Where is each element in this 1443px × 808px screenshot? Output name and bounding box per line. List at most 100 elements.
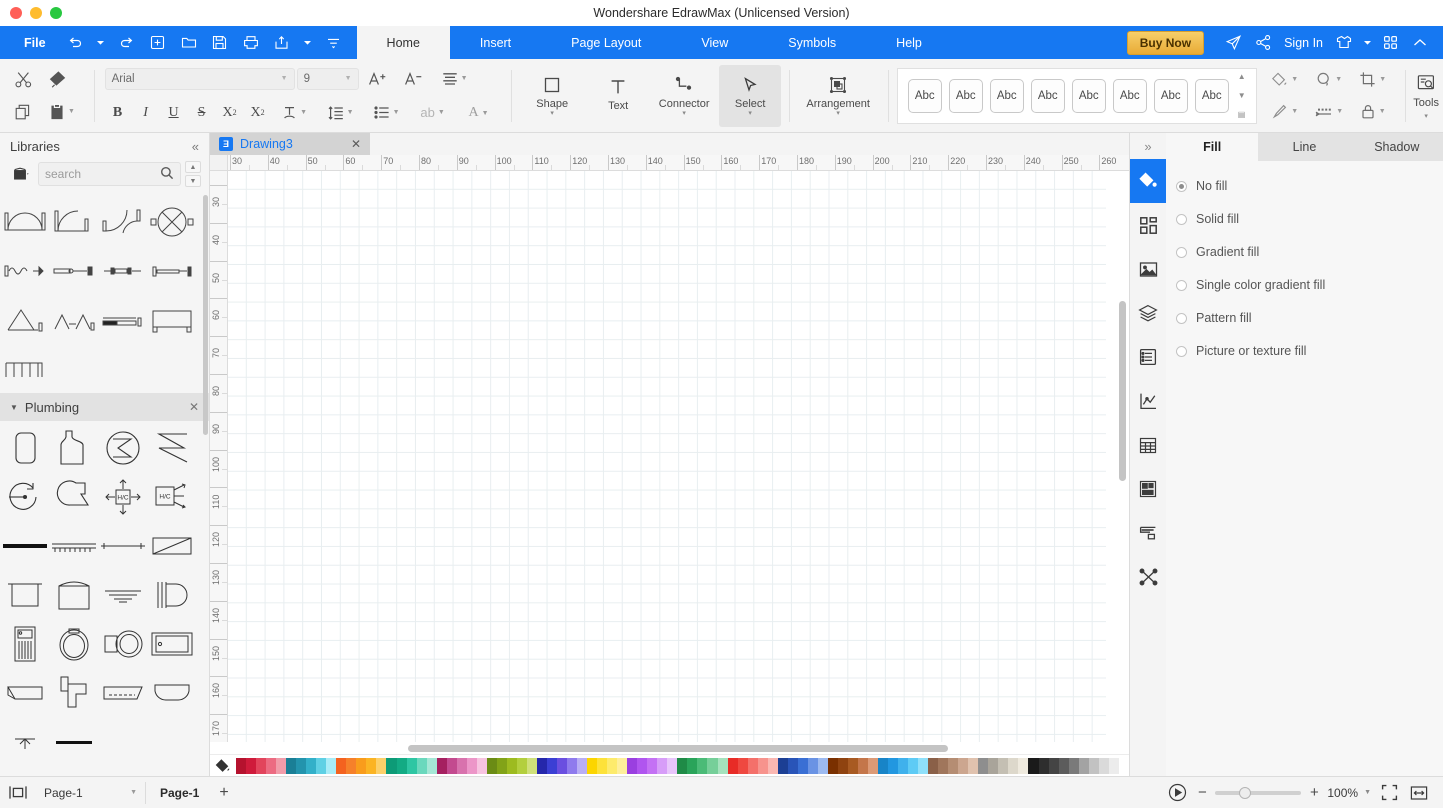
connector-button[interactable]: Connector ▾ bbox=[653, 65, 715, 127]
color-swatch[interactable] bbox=[256, 757, 267, 774]
text-button[interactable]: Text bbox=[587, 65, 649, 127]
export-dropdown-caret-icon[interactable] bbox=[298, 26, 318, 59]
layers-icon[interactable] bbox=[1130, 291, 1166, 335]
color-swatch[interactable] bbox=[908, 757, 919, 774]
scrollbar-thumb[interactable] bbox=[1119, 301, 1126, 481]
color-swatch[interactable] bbox=[878, 757, 889, 774]
fit-page-icon[interactable] bbox=[1377, 781, 1401, 805]
color-swatch[interactable] bbox=[1088, 757, 1099, 774]
grid-apps-icon[interactable] bbox=[1375, 26, 1405, 59]
shape-water-closet[interactable] bbox=[0, 619, 49, 668]
search-input[interactable]: search bbox=[38, 162, 181, 186]
shape-drain-lines[interactable] bbox=[98, 570, 147, 619]
quick-style-item[interactable]: Abc bbox=[1194, 78, 1229, 113]
color-swatch[interactable] bbox=[888, 757, 899, 774]
color-swatch[interactable] bbox=[1008, 757, 1019, 774]
color-swatch[interactable] bbox=[1118, 757, 1129, 774]
color-swatch[interactable] bbox=[526, 757, 537, 774]
fill-option-picture-or-texture-fill[interactable]: Picture or texture fill bbox=[1176, 344, 1443, 358]
color-swatch[interactable] bbox=[246, 757, 257, 774]
undo-icon[interactable] bbox=[60, 26, 90, 59]
shape-window-bay[interactable] bbox=[147, 295, 196, 344]
color-swatch[interactable] bbox=[988, 757, 999, 774]
drawing-canvas[interactable] bbox=[228, 171, 1116, 742]
color-swatch[interactable] bbox=[396, 757, 407, 774]
select-button[interactable]: Select ▾ bbox=[719, 64, 782, 127]
shape-toilet-round[interactable] bbox=[49, 619, 98, 668]
italic-icon[interactable]: I bbox=[133, 98, 159, 128]
font-family-select[interactable]: Arial ▼ bbox=[104, 67, 295, 90]
zoom-in-button[interactable]: + bbox=[1307, 784, 1321, 801]
theme-icon[interactable] bbox=[1329, 26, 1359, 59]
tab-view[interactable]: View bbox=[671, 26, 758, 59]
presentation-icon[interactable] bbox=[1165, 781, 1189, 805]
color-swatch[interactable] bbox=[336, 757, 347, 774]
shape-button[interactable]: Shape ▾ bbox=[521, 65, 583, 127]
color-swatch[interactable] bbox=[486, 757, 497, 774]
chevron-up-icon[interactable]: ▲ bbox=[185, 161, 201, 173]
shape-duct-diagonal[interactable] bbox=[147, 521, 196, 570]
ruler-corner[interactable] bbox=[210, 155, 228, 171]
align-icon[interactable]: ▼ bbox=[433, 64, 477, 94]
shape-tub-angled[interactable] bbox=[98, 668, 147, 717]
color-swatch[interactable] bbox=[817, 757, 828, 774]
quick-style-item[interactable]: Abc bbox=[989, 78, 1024, 113]
color-swatch[interactable] bbox=[416, 757, 427, 774]
color-swatch[interactable] bbox=[968, 757, 979, 774]
color-swatch[interactable] bbox=[998, 757, 1009, 774]
paste-button[interactable]: ▼ bbox=[40, 97, 84, 127]
table-icon[interactable] bbox=[1130, 423, 1166, 467]
chevron-down-icon[interactable]: ▼ bbox=[10, 403, 18, 412]
zoom-level-value[interactable]: 100% bbox=[1327, 786, 1358, 800]
canvas-horizontal-scrollbar[interactable] bbox=[228, 742, 1116, 754]
lock-icon[interactable]: ▼ bbox=[1351, 97, 1395, 127]
close-icon[interactable]: ✕ bbox=[189, 400, 199, 414]
undo-dropdown-caret-icon[interactable] bbox=[91, 26, 111, 59]
superscript-icon[interactable]: X2 bbox=[217, 98, 243, 128]
color-swatch[interactable] bbox=[607, 757, 618, 774]
vertical-ruler[interactable]: 30 40 50 60 70 80 90 100 110 120 130 140 150 160 170 bbox=[210, 171, 228, 742]
export-icon[interactable] bbox=[267, 26, 297, 59]
library-scrollbar[interactable] bbox=[203, 195, 208, 435]
collapse-ribbon-icon[interactable] bbox=[1405, 26, 1435, 59]
page-tab-page-1[interactable]: Page-1 bbox=[146, 786, 213, 800]
radio-button[interactable] bbox=[1176, 279, 1187, 291]
color-swatch[interactable] bbox=[837, 757, 848, 774]
decrease-font-size-icon[interactable] bbox=[397, 64, 431, 94]
shape-pocket-door[interactable] bbox=[147, 246, 196, 295]
image-icon[interactable] bbox=[1130, 247, 1166, 291]
shape-bathtub-rect[interactable] bbox=[147, 619, 196, 668]
chevron-down-icon[interactable]: ▼ bbox=[1364, 789, 1371, 796]
color-swatch[interactable] bbox=[707, 757, 718, 774]
color-swatch[interactable] bbox=[747, 757, 758, 774]
zoom-slider[interactable] bbox=[1215, 786, 1302, 799]
color-swatch[interactable] bbox=[506, 757, 517, 774]
fill-bucket-icon[interactable] bbox=[210, 758, 236, 774]
save-icon[interactable] bbox=[205, 26, 235, 59]
shape-window-double-open[interactable] bbox=[0, 295, 49, 344]
quick-styles-scroll[interactable]: ▲ ▼ ▤ bbox=[1238, 72, 1246, 119]
font-color-icon[interactable]: A ▼ bbox=[457, 98, 501, 128]
bold-icon[interactable]: B bbox=[105, 98, 131, 128]
color-swatch[interactable] bbox=[1058, 757, 1069, 774]
file-menu-button[interactable]: File bbox=[0, 26, 60, 59]
quick-style-item[interactable]: Abc bbox=[948, 78, 983, 113]
color-swatch[interactable] bbox=[797, 757, 808, 774]
text-wrap-icon[interactable]: ab ▼ bbox=[411, 98, 455, 128]
shape-revolving-door[interactable] bbox=[147, 197, 196, 246]
color-swatch[interactable] bbox=[727, 757, 738, 774]
color-swatch[interactable] bbox=[276, 757, 287, 774]
quick-style-item[interactable]: Abc bbox=[1071, 78, 1106, 113]
color-swatch[interactable] bbox=[346, 757, 357, 774]
color-swatch[interactable] bbox=[286, 757, 297, 774]
color-swatch[interactable] bbox=[637, 757, 648, 774]
color-swatch[interactable] bbox=[847, 757, 858, 774]
quick-style-item[interactable]: Abc bbox=[1112, 78, 1147, 113]
chevron-down-icon[interactable]: ▼ bbox=[185, 175, 201, 187]
redo-icon[interactable] bbox=[112, 26, 142, 59]
color-swatch[interactable] bbox=[316, 757, 327, 774]
color-swatch[interactable] bbox=[406, 757, 417, 774]
canvas-vertical-scrollbar[interactable] bbox=[1116, 171, 1129, 742]
color-swatch[interactable] bbox=[867, 757, 878, 774]
line-style-icon[interactable]: ▼ bbox=[1307, 97, 1351, 127]
